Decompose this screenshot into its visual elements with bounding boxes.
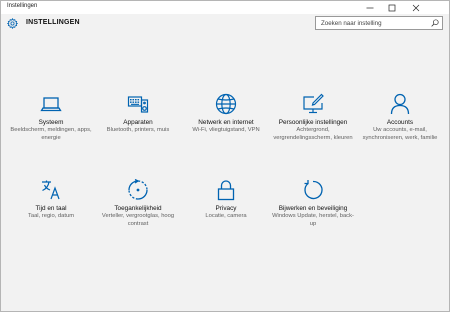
tile-description: Locatie, camera: [205, 213, 247, 219]
tile-systeem[interactable]: Systeem Beeldscherm, meldingen, apps, en…: [8, 93, 94, 142]
title-bar[interactable]: Instellingen: [1, 1, 449, 14]
app-header: INSTELLINGEN: [1, 14, 449, 34]
minimize-button[interactable]: [359, 1, 381, 14]
search-box[interactable]: [315, 16, 443, 30]
tile-name: Privacy: [215, 205, 237, 212]
maximize-icon: [388, 4, 396, 11]
page-title: INSTELLINGEN: [26, 19, 80, 26]
gear-icon: [7, 18, 18, 29]
tile-description: Taal, regio, datum: [27, 213, 75, 219]
tile-netwerk[interactable]: Netwerk en internet Wi-Fi, vliegtuigstan…: [183, 93, 269, 135]
window-title: Instellingen: [7, 3, 38, 9]
tile-description: Achtergrond, vergrendelingsscherm, kleur…: [273, 127, 353, 141]
laptop-icon: [40, 97, 62, 112]
update-icon: [304, 180, 323, 200]
tile-name: Netwerk en internet: [198, 119, 254, 126]
minimize-icon: [366, 7, 374, 8]
keyboard-speaker-icon: [127, 96, 149, 113]
tile-name: Toegankelijkheid: [114, 205, 162, 212]
tile-name: Systeem: [38, 119, 64, 126]
time-language-icon: [42, 180, 60, 200]
tile-name: Accounts: [386, 119, 414, 126]
close-icon: [412, 4, 420, 11]
tile-name: Persoonlijke instellingen: [278, 119, 348, 126]
tile-tijd-taal[interactable]: Tijd en taal Taal, regio, datum: [8, 179, 94, 221]
tile-name: Apparaten: [123, 119, 153, 126]
close-button[interactable]: [405, 1, 427, 14]
search-input[interactable]: [316, 17, 428, 29]
tile-description: Beeldscherm, meldingen, apps, energie: [10, 127, 92, 141]
maximize-button[interactable]: [381, 1, 403, 14]
tile-description: Bluetooth, printers, muis: [106, 127, 170, 133]
lock-icon: [217, 180, 235, 201]
tile-accounts[interactable]: Accounts Uw accounts, e-mail, synchronis…: [357, 93, 443, 142]
tile-persoonlijk[interactable]: Persoonlijke instellingen Achtergrond, v…: [270, 93, 356, 142]
tile-toegankelijkheid[interactable]: Toegankelijkheid Verteller, vergrootglas…: [95, 179, 181, 228]
tile-description: Windows Update, herstel, back-up: [272, 213, 354, 227]
tile-description: Uw accounts, e-mail, synchroniseren, wer…: [362, 127, 438, 141]
person-icon: [390, 93, 410, 115]
ease-of-access-icon: [128, 179, 148, 200]
tile-description: Wi-Fi, vliegtuigstand, VPN: [192, 127, 260, 133]
tile-bijwerken[interactable]: Bijwerken en beveiliging Windows Update,…: [270, 179, 356, 228]
tile-description: Verteller, vergrootglas, hoog contrast: [101, 213, 175, 227]
tile-privacy[interactable]: Privacy Locatie, camera: [183, 179, 269, 221]
search-icon[interactable]: [431, 19, 439, 27]
tile-name: Bijwerken en beveiliging: [278, 205, 348, 212]
tile-apparaten[interactable]: Apparaten Bluetooth, printers, muis: [95, 93, 181, 135]
settings-window: Instellingen INSTELLINGEN Zoeken naar in…: [0, 0, 450, 312]
tile-name: Tijd en taal: [35, 205, 67, 212]
globe-icon: [215, 93, 237, 115]
monitor-pen-icon: [303, 93, 324, 114]
